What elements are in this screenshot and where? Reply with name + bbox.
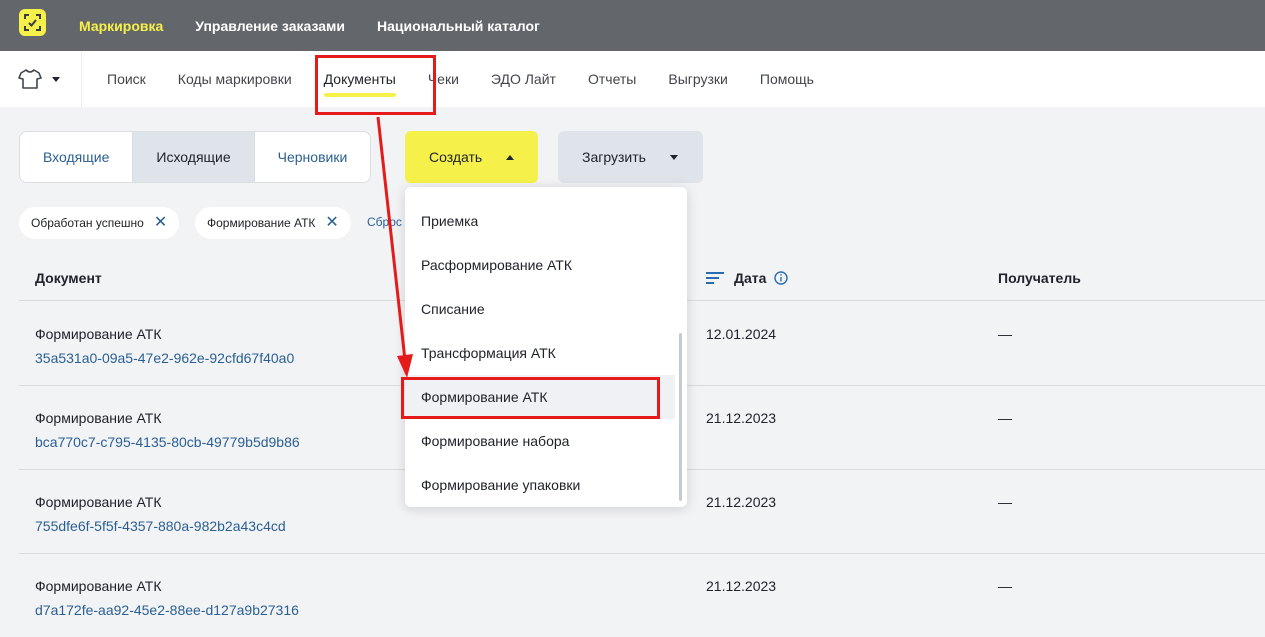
annotation-arrow: [376, 116, 413, 378]
